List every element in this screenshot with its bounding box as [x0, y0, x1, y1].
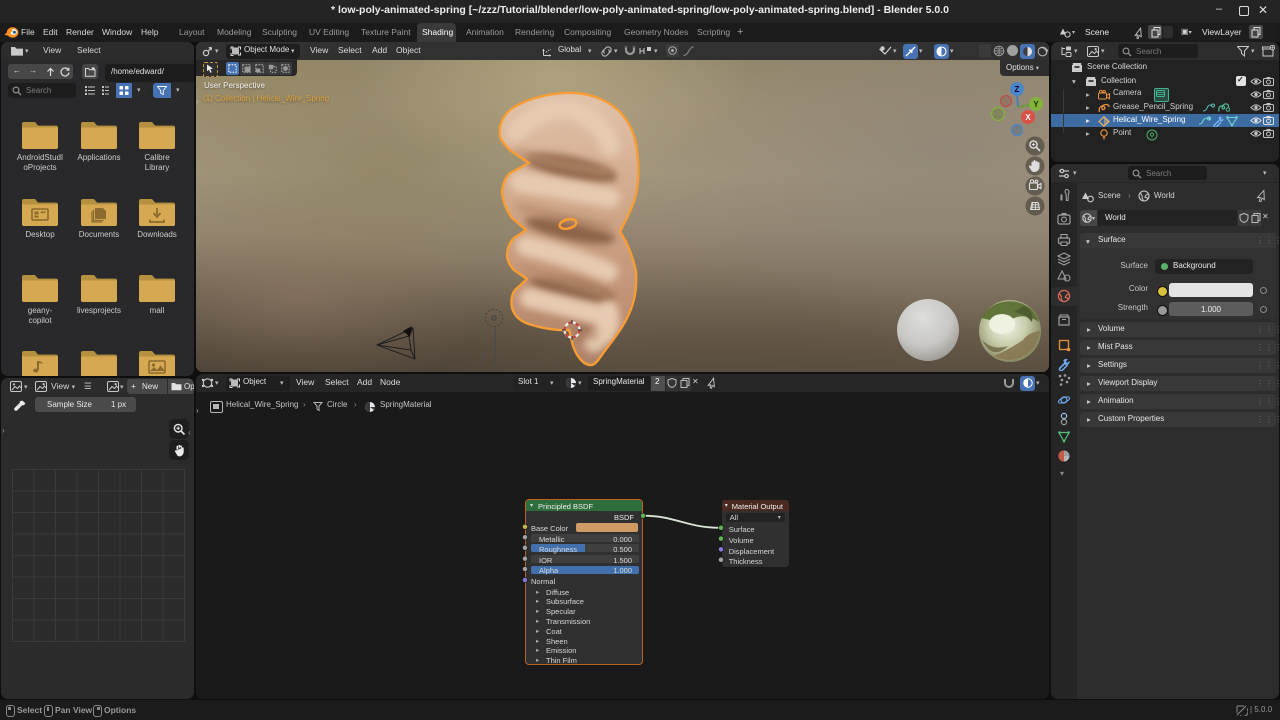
svg-text:Z: Z [1015, 85, 1020, 94]
svg-text:Y: Y [1033, 100, 1039, 109]
svg-text:‹: ‹ [1046, 135, 1049, 144]
svg-text:X: X [1025, 113, 1031, 122]
